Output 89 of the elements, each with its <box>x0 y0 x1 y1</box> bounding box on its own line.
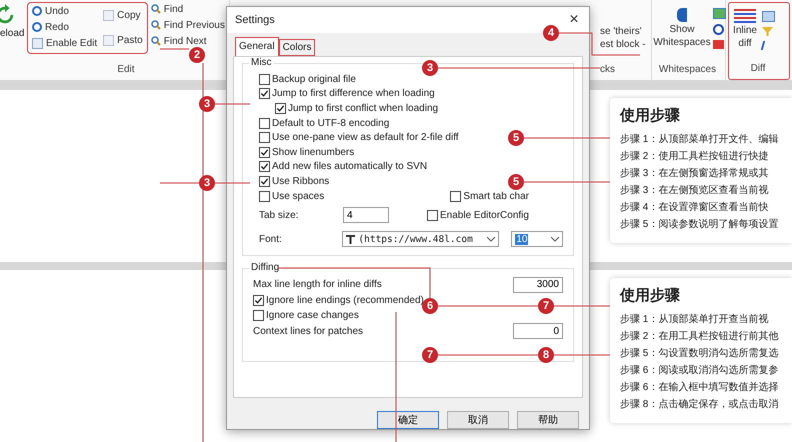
checkbox-label[interactable]: Default to UTF-8 encoding <box>272 118 390 129</box>
checkbox-label[interactable]: Add new files automatically to SVN <box>272 161 428 172</box>
leader-line <box>160 48 190 50</box>
group-legend: Diffing <box>249 262 282 274</box>
checkbox[interactable] <box>259 88 270 100</box>
checkbox[interactable] <box>259 132 270 144</box>
ribbon-button[interactable]: Copy <box>103 8 143 22</box>
field-label: Max line length for inline diffs <box>253 279 382 290</box>
step-text: 步骤 2：在用工具栏按钮进行前其他 <box>620 330 780 344</box>
reload-icon[interactable] <box>0 4 16 26</box>
checkbox-label[interactable]: Use Ribbons <box>272 176 330 187</box>
input-field[interactable]: 3000 <box>513 276 563 293</box>
font-dropdown[interactable]: (https://www.48l.com <box>342 231 500 248</box>
step-text: 步骤 6：在输入框中填写数值并选择 <box>620 380 780 395</box>
ribbon-button[interactable]: Pasto <box>103 34 143 48</box>
checkbox-label[interactable]: Smart tab char <box>463 190 529 202</box>
checkbox[interactable] <box>427 210 438 221</box>
dialog-button[interactable]: 确定 <box>377 411 439 429</box>
checkbox-label[interactable]: Ignore line endings (recommended) <box>266 294 424 306</box>
step-text: 步骤 1：从顶部菜单打开文件、编辑 <box>620 132 780 147</box>
checkbox-label[interactable]: Use spaces <box>272 190 324 202</box>
font-icon <box>346 234 356 244</box>
ribbon-button[interactable]: Redo <box>32 20 98 34</box>
step-text: 步骤 6：阅读或取消消勾选所需复参 <box>620 364 780 378</box>
dialog-button[interactable]: 取消 <box>447 411 509 429</box>
step-text: 步骤 3：在左侧预窗选择常规或其 <box>620 166 770 181</box>
group-legend: Misc <box>249 57 274 68</box>
leader-line <box>214 182 250 184</box>
input-field[interactable]: 0 <box>513 323 563 340</box>
checkbox[interactable] <box>253 310 264 322</box>
step-text: 步骤 4：在设置弹窗区查看当前快 <box>620 200 770 215</box>
inline-diff-button[interactable]: Inline diff <box>731 5 759 52</box>
checkbox-label[interactable]: Enable EditorConfig <box>440 210 529 221</box>
ribbon-button[interactable]: Undo <box>32 4 98 18</box>
caret-icon <box>551 236 559 242</box>
use-theirs-button[interactable]: se 'theirs' est block - <box>600 26 646 51</box>
search-icon <box>150 20 161 30</box>
step-text: 步骤 1：从顶部菜单打开查当前视 <box>620 312 770 327</box>
size-dropdown[interactable]: 10 <box>511 231 563 248</box>
tab[interactable]: General <box>235 37 279 56</box>
ribbon-button[interactable]: Find Previous <box>150 18 225 32</box>
search-icon <box>150 4 161 14</box>
ribbon-button[interactable]: Find <box>150 2 225 16</box>
step-badge: 3 <box>199 96 215 112</box>
reload-button[interactable]: eload <box>0 28 24 39</box>
checkbox[interactable] <box>259 74 270 85</box>
lines-icon <box>734 9 756 25</box>
caret-icon <box>487 236 496 242</box>
step-text: 步骤 5：阅读参数说明了解每项设置 <box>620 218 780 232</box>
checkbox[interactable] <box>450 190 462 202</box>
checkbox[interactable] <box>275 102 286 114</box>
tab[interactable]: Colors <box>278 39 316 56</box>
leader-line <box>160 182 200 184</box>
step-text: 步骤 3：在左侧预览区查看当前视 <box>620 184 770 198</box>
checkbox[interactable] <box>259 161 270 172</box>
step-badge: 3 <box>199 175 215 191</box>
toolbar-icon[interactable] <box>713 24 724 35</box>
checkbox[interactable] <box>259 176 270 187</box>
leader-line <box>554 354 610 356</box>
window-title: Settings <box>235 14 275 26</box>
checkbox[interactable] <box>253 294 264 306</box>
step-text: 步骤 5：勾设置数明消勾选所需复选 <box>620 346 780 361</box>
step-text: 步骤 2：使用工具栏按钮进行快捷 <box>620 150 770 164</box>
field-label: Font: <box>259 234 283 245</box>
field-label: Context lines for patches <box>253 326 364 337</box>
card-title: 使用步骤 <box>620 286 681 305</box>
input-field[interactable]: 4 <box>343 207 389 224</box>
dialog-button[interactable]: 帮助 <box>517 411 579 429</box>
search-icon <box>150 36 161 46</box>
checkbox[interactable] <box>259 190 270 202</box>
checkbox-label[interactable]: Jump to first difference when loading <box>272 88 435 100</box>
group-label: cks <box>600 64 615 77</box>
card-title: 使用步骤 <box>620 106 681 125</box>
checkbox-label[interactable]: Use one-pane view as default for 2-file diff <box>272 132 459 144</box>
group-label: Whitespaces <box>658 64 718 77</box>
checkbox[interactable] <box>259 146 270 158</box>
close-button[interactable]: × <box>559 7 589 33</box>
checkbox-label[interactable]: Show linenumbers <box>272 146 354 158</box>
field-label: Tab size: <box>259 210 300 221</box>
group-label: Diff <box>750 63 766 76</box>
checkbox-label[interactable]: Ignore case changes <box>266 310 359 322</box>
ribbon-button[interactable]: Enable Edit <box>32 36 98 50</box>
group-label: Edit <box>116 64 136 77</box>
checkbox[interactable] <box>259 118 270 129</box>
ribbon-button[interactable]: Find Next <box>150 34 225 48</box>
step-text: 步骤 8：点击确定保存，或点击取消 <box>620 398 780 412</box>
checkbox-label[interactable]: Jump to first conflict when loading <box>288 102 438 114</box>
show-whitespaces-button[interactable]: Show Whitespaces <box>654 2 710 51</box>
checkbox-label[interactable]: Backup original file <box>272 74 356 85</box>
